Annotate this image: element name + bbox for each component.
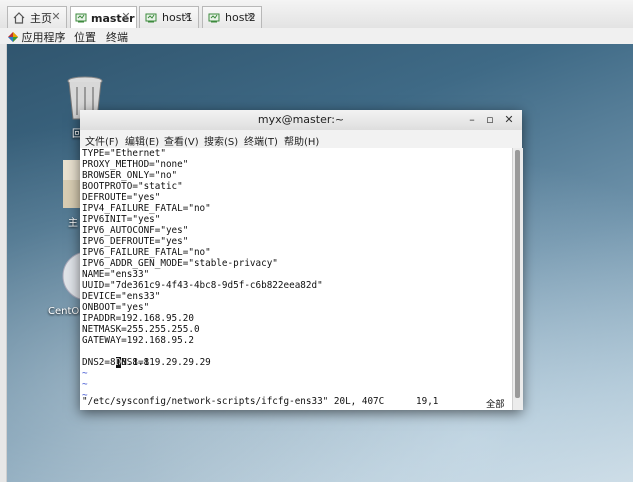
config-line: NETMASK=255.255.255.0: [82, 324, 200, 335]
status-cursor-position: 19,1: [416, 396, 439, 407]
menu-view[interactable]: 查看(V): [164, 133, 199, 148]
home-label: 主: [68, 218, 78, 229]
terminal-scrollbar[interactable]: [512, 148, 523, 410]
terminal-titlebar[interactable]: myx@master:~ – ▫ ✕: [80, 110, 522, 131]
maximize-icon[interactable]: ▫: [483, 113, 497, 127]
menu-file[interactable]: 文件(F): [85, 133, 119, 148]
applications-menu[interactable]: 应用程序: [8, 29, 66, 45]
vm-tab-bar: 主页 ✕ master ✕ host1 ✕ host2 ✕: [0, 0, 633, 29]
config-line: BOOTPROTO="static": [82, 181, 183, 192]
close-icon[interactable]: ✕: [245, 11, 257, 23]
config-line: IPV6INIT="yes": [82, 214, 161, 225]
config-line: UUID="7de361c9-4f43-4bc8-9d5f-c6b822eea8…: [82, 280, 323, 291]
minimize-icon[interactable]: –: [465, 113, 479, 127]
vm-icon: [75, 11, 87, 25]
config-line: DEVICE="ens33": [82, 291, 161, 302]
terminal-menubar: 文件(F) 编辑(E) 查看(V) 搜索(S) 终端(T) 帮助(H): [80, 130, 522, 148]
config-line: IPV6_ADDR_GEN_MODE="stable-privacy": [82, 258, 278, 269]
menu-terminal[interactable]: 终端(T): [244, 133, 278, 148]
config-line: ONBOOT="yes": [82, 302, 150, 313]
tab-host2[interactable]: host2 ✕: [202, 6, 262, 28]
tab-home[interactable]: 主页 ✕: [7, 6, 67, 28]
config-line: DNS2=8.8.8.8: [82, 357, 150, 368]
empty-line-tilde: ~: [82, 379, 88, 390]
apps-icon: [8, 32, 18, 42]
config-line: BROWSER_ONLY="no": [82, 170, 178, 181]
vm-icon: [207, 11, 221, 25]
menu-edit[interactable]: 编辑(E): [125, 133, 159, 148]
menu-help[interactable]: 帮助(H): [284, 133, 319, 148]
config-line: GATEWAY=192.168.95.2: [82, 335, 194, 346]
tab-label: 主页: [30, 11, 52, 25]
empty-line-tilde: ~: [82, 368, 88, 379]
close-icon[interactable]: ✕: [502, 113, 516, 127]
close-icon[interactable]: ✕: [50, 11, 62, 23]
terminal-window[interactable]: myx@master:~ – ▫ ✕ 文件(F) 编辑(E) 查看(V) 搜索(…: [80, 110, 523, 410]
terminal-text-area[interactable]: TYPE="Ethernet" PROXY_METHOD="none" BROW…: [80, 148, 512, 410]
status-scroll-percent: 全部: [486, 399, 505, 410]
config-line: NAME="ens33": [82, 269, 150, 280]
config-line: PROXY_METHOD="none": [82, 159, 189, 170]
window-title: myx@master:~: [257, 113, 345, 126]
close-icon[interactable]: ✕: [120, 11, 132, 23]
vm-icon: [144, 11, 158, 25]
home-icon: [12, 11, 26, 25]
config-line: IPV6_AUTOCONF="yes": [82, 225, 189, 236]
config-line: IPV6_DEFROUTE="yes": [82, 236, 189, 247]
tab-master[interactable]: master ✕: [70, 6, 137, 29]
config-line-dns1: DNS1=119.29.29.29: [82, 346, 211, 368]
status-file: "/etc/sysconfig/network-scripts/ifcfg-en…: [82, 396, 385, 407]
config-line: IPV6_FAILURE_FATAL="no": [82, 247, 211, 258]
menu-search[interactable]: 搜索(S): [204, 133, 238, 148]
config-line: IPADDR=192.168.95.20: [82, 313, 194, 324]
left-edge-strip: [0, 44, 7, 482]
config-line: IPV4_FAILURE_FATAL="no": [82, 203, 211, 214]
vi-status-line: "/etc/sysconfig/network-scripts/ifcfg-en…: [82, 396, 512, 410]
config-line: DEFROUTE="yes": [82, 192, 161, 203]
scrollbar-thumb[interactable]: [515, 150, 520, 398]
terminal-menu[interactable]: 终端: [106, 29, 128, 45]
applications-label: 应用程序: [21, 31, 66, 44]
close-icon[interactable]: ✕: [182, 11, 194, 23]
places-menu[interactable]: 位置: [74, 29, 96, 45]
tab-host1[interactable]: host1 ✕: [139, 6, 199, 28]
gnome-menubar: 应用程序 位置 终端: [0, 28, 633, 44]
config-line: TYPE="Ethernet": [82, 148, 166, 159]
